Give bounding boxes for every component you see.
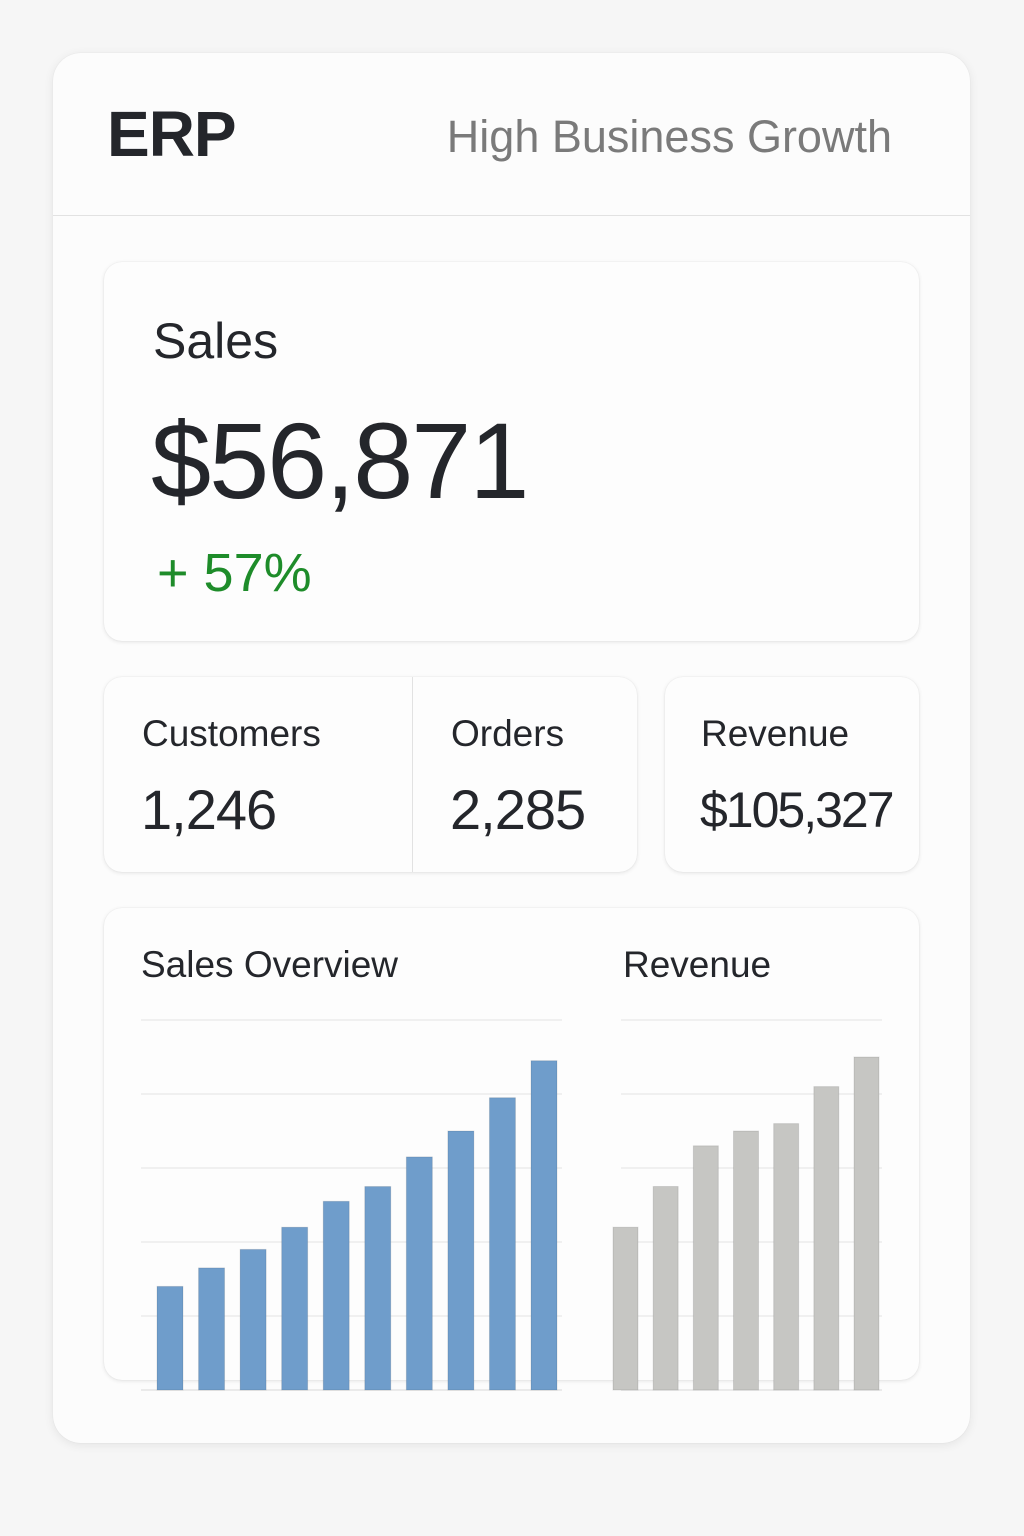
revenue-bar[interactable] bbox=[733, 1130, 759, 1391]
sales-title: Sales bbox=[153, 313, 279, 369]
sales-card[interactable]: Sales $56,871 + 57% bbox=[104, 262, 919, 641]
revenue-value: $105,327 bbox=[700, 782, 895, 838]
revenue-chart[interactable] bbox=[104, 908, 919, 1391]
customers-orders-card: Customers 1,246 Orders 2,285 bbox=[104, 677, 637, 872]
revenue-bar[interactable] bbox=[652, 1186, 679, 1391]
revenue-stat-card[interactable]: Revenue $105,327 bbox=[665, 677, 919, 872]
orders-value: 2,285 bbox=[450, 778, 586, 841]
revenue-label: Revenue bbox=[701, 713, 850, 754]
stat-divider bbox=[412, 677, 413, 872]
customers-value: 1,246 bbox=[141, 778, 277, 841]
sales-change-badge: + 57% bbox=[157, 543, 312, 603]
dashboard-window: ERP High Business Growth Sales $56,871 +… bbox=[53, 53, 970, 1443]
charts-card: Sales Overview Revenue bbox=[104, 908, 919, 1391]
revenue-bar[interactable] bbox=[612, 1226, 639, 1391]
orders-label: Orders bbox=[451, 713, 565, 754]
revenue-bar[interactable] bbox=[692, 1145, 719, 1391]
app-header: ERP High Business Growth bbox=[53, 53, 970, 216]
revenue-bar[interactable] bbox=[773, 1123, 800, 1391]
brand-logo[interactable]: ERP bbox=[107, 97, 237, 171]
sales-value: $56,871 bbox=[151, 400, 529, 521]
revenue-bar[interactable] bbox=[853, 1056, 880, 1391]
tagline: High Business Growth bbox=[446, 111, 892, 162]
customers-label: Customers bbox=[142, 713, 321, 754]
revenue-bar[interactable] bbox=[813, 1086, 840, 1391]
